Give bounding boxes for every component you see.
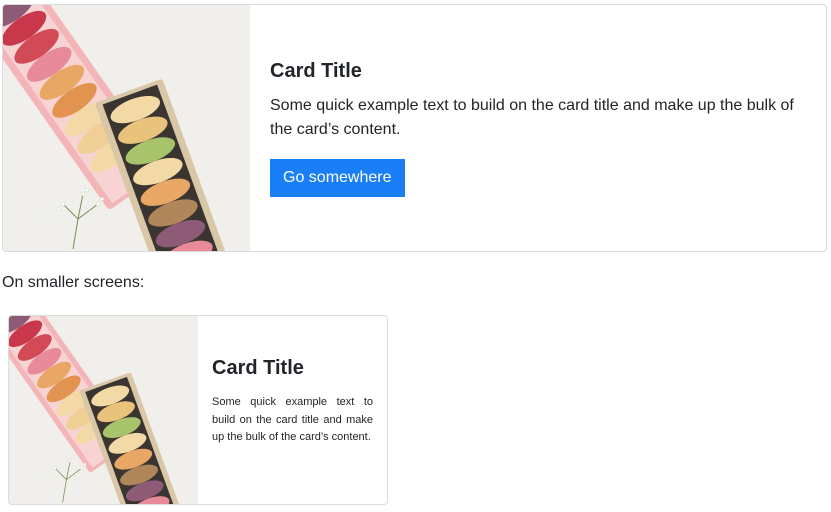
card-body: Card Title Some quick example text to bu… (250, 5, 826, 251)
go-somewhere-button[interactable]: Go somewhere (270, 159, 405, 197)
card-text-small: Some quick example text to build on the … (212, 396, 373, 443)
card-large: Card Title Some quick example text to bu… (2, 4, 827, 252)
card-title-small: Card Title (212, 357, 304, 379)
macarons-image-small (9, 316, 198, 504)
card-text: Some quick example text to build on the … (270, 97, 794, 138)
card-body-small: Card Title Some quick example text to bu… (198, 316, 387, 504)
card-small: Card Title Some quick example text to bu… (8, 315, 388, 505)
macarons-photo-icon (3, 5, 250, 251)
macarons-image (3, 5, 250, 251)
card-title: Card Title (270, 60, 362, 82)
smaller-screens-caption: On smaller screens: (2, 274, 145, 291)
macarons-photo-icon (9, 316, 198, 504)
